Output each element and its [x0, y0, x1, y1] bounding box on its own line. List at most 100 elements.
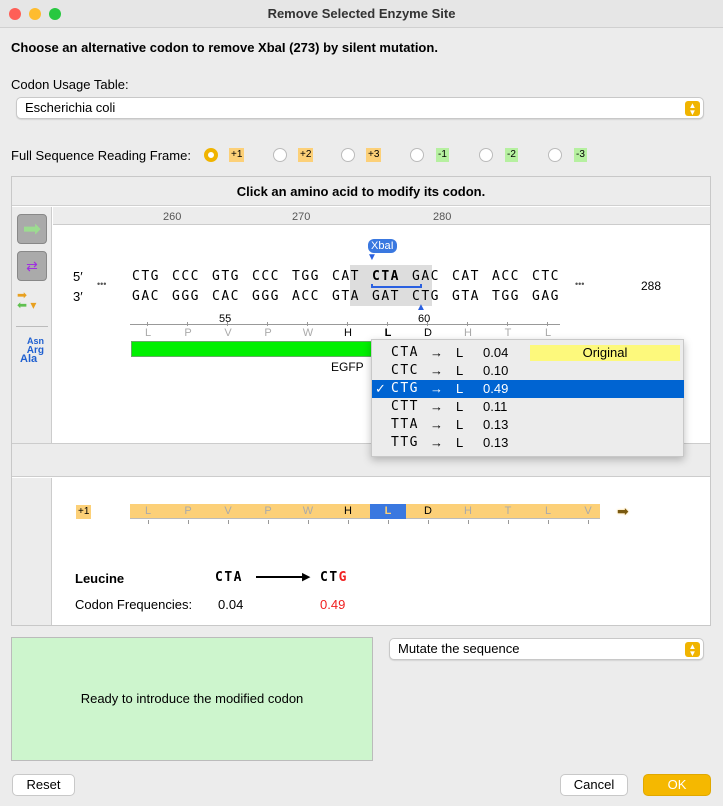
codon-table-select[interactable]: Escherichia coli ▲ ▼: [16, 97, 704, 119]
amino-acid[interactable]: D: [418, 327, 438, 339]
frame-badge: +3: [366, 148, 382, 162]
action-value: Mutate the sequence: [398, 641, 520, 656]
translation-amino-acid[interactable]: H: [330, 504, 366, 519]
translation-tick: [428, 520, 429, 524]
codon: GGG: [172, 289, 200, 304]
frame-radio-plus1[interactable]: [204, 148, 218, 162]
frame-badge: +1: [229, 148, 245, 162]
translation-tick: [508, 520, 509, 524]
frame-arrows-icon[interactable]: ➡ ⬅ ▾: [17, 289, 36, 311]
translation-amino-acid[interactable]: P: [250, 504, 286, 519]
zoom-button[interactable]: [49, 8, 61, 20]
cancel-button[interactable]: Cancel: [560, 774, 628, 796]
arrow-icon: →: [430, 417, 443, 432]
option-frequency: 0.13: [483, 417, 509, 432]
arrow-icon: →: [430, 381, 443, 396]
arrow-icon: →: [430, 363, 443, 378]
codon: GTA: [452, 289, 480, 304]
translation-tick: [228, 520, 229, 524]
codon: GTG: [212, 269, 240, 284]
frame-radio-minus2[interactable]: [479, 148, 493, 162]
option-frequency: 0.04: [483, 345, 509, 360]
translation-amino-acid[interactable]: P: [170, 504, 206, 519]
frame-radio-minus3[interactable]: [548, 148, 562, 162]
direction-arrow-icon[interactable]: ➡: [17, 214, 47, 244]
option-frequency: 0.10: [483, 363, 509, 378]
original-frequency: 0.04: [218, 597, 244, 612]
end-position: 288: [641, 279, 662, 293]
codon-frequencies-label: Codon Frequencies:: [75, 597, 193, 612]
amino-acid[interactable]: L: [538, 327, 558, 339]
amino-acid[interactable]: L: [138, 327, 158, 339]
check-icon: ✓: [375, 381, 386, 396]
option-amino-acid: L: [456, 417, 464, 432]
amino-acid-name: Leucine: [75, 571, 125, 586]
translation-frame-badge: +1: [76, 505, 92, 519]
chevron-updown-icon: ▲ ▼: [685, 642, 700, 658]
strand-3-label: 3′: [73, 289, 83, 304]
codon: GTA: [332, 289, 360, 304]
codon-option[interactable]: CTA → L 0.04 Original: [372, 344, 684, 362]
enzyme-label-xbai[interactable]: XbaI: [368, 239, 397, 253]
close-button[interactable]: [9, 8, 21, 20]
dialog-heading: Choose an alternative codon to remove Xb…: [11, 40, 438, 55]
codon-table-label: Codon Usage Table:: [11, 77, 129, 92]
translation-tick: [348, 520, 349, 524]
amino-acid[interactable]: P: [258, 327, 278, 339]
feature-bar-egfp[interactable]: [131, 341, 381, 357]
option-amino-acid: L: [456, 435, 464, 450]
translation-amino-acid[interactable]: D: [410, 504, 446, 519]
reset-button[interactable]: Reset: [12, 774, 75, 796]
option-codon: CTT: [391, 399, 419, 414]
aa-tick: [507, 322, 508, 326]
codon-option[interactable]: TTG → L 0.13: [372, 434, 684, 452]
amino-acid[interactable]: P: [178, 327, 198, 339]
translation-tick: [268, 520, 269, 524]
ok-button[interactable]: OK: [643, 774, 711, 796]
frame-badge: -3: [574, 148, 587, 162]
translation-amino-acid[interactable]: L: [530, 504, 566, 519]
translation-amino-acid[interactable]: V: [570, 504, 606, 519]
translation-amino-acid[interactable]: W: [290, 504, 326, 519]
amino-acid[interactable]: V: [218, 327, 238, 339]
codon-option[interactable]: CTT → L 0.11: [372, 398, 684, 416]
status-box: Ready to introduce the modified codon: [11, 637, 373, 761]
amino-acid[interactable]: W: [298, 327, 318, 339]
amino-acid[interactable]: H: [338, 327, 358, 339]
ruler: [53, 207, 710, 225]
reading-frame-label: Full Sequence Reading Frame:: [11, 148, 191, 163]
frame-radio-plus2[interactable]: [273, 148, 287, 162]
translation-amino-acid[interactable]: V: [210, 504, 246, 519]
double-strand-icon[interactable]: ⇄: [17, 251, 47, 281]
status-text: Ready to introduce the modified codon: [80, 691, 304, 706]
amino-acid[interactable]: T: [498, 327, 518, 339]
translation-amino-acid[interactable]: L: [130, 504, 166, 519]
window-title: Remove Selected Enzyme Site: [267, 6, 456, 21]
frame-badge: +2: [298, 148, 314, 162]
amino-acid[interactable]: L: [378, 327, 398, 339]
option-codon: CTG: [391, 381, 419, 396]
arrow-icon: →: [430, 345, 443, 360]
divider: [16, 326, 48, 327]
translation-tick: [588, 520, 589, 524]
option-codon: CTA: [391, 345, 419, 360]
title-bar: Remove Selected Enzyme Site: [0, 0, 723, 28]
frame-radio-plus3[interactable]: [341, 148, 355, 162]
codon-option[interactable]: ✓ CTG → L 0.49: [372, 380, 684, 398]
codon: ACC: [292, 289, 320, 304]
codon: CCC: [172, 269, 200, 284]
translation-amino-acid[interactable]: L: [370, 504, 406, 519]
codon: CTG: [412, 289, 440, 304]
option-frequency: 0.49: [483, 381, 509, 396]
minimize-button[interactable]: [29, 8, 41, 20]
action-select[interactable]: Mutate the sequence ▲ ▼: [389, 638, 704, 660]
translation-amino-acid[interactable]: T: [490, 504, 526, 519]
frame-radio-minus1[interactable]: [410, 148, 424, 162]
arrow-icon: →: [430, 399, 443, 414]
amino-acid[interactable]: H: [458, 327, 478, 339]
frame-badge: -1: [436, 148, 449, 162]
amino-acid-display-icon[interactable]: Asn Arg Ala: [20, 337, 44, 365]
translation-amino-acid[interactable]: H: [450, 504, 486, 519]
codon-option[interactable]: TTA → L 0.13: [372, 416, 684, 434]
codon-option[interactable]: CTC → L 0.10: [372, 362, 684, 380]
